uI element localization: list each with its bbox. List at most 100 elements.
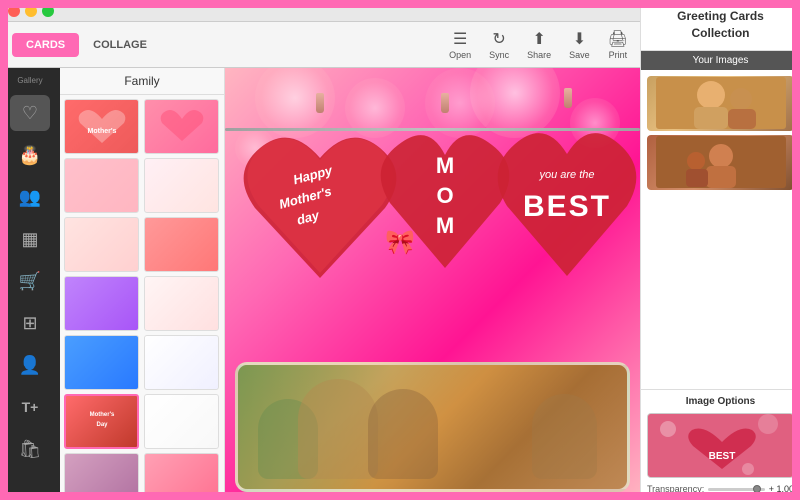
sidebar-item-heart[interactable]: ♡ [10,95,50,131]
left-sidebar: Gallery ♡ 🎂 👥 ▦ 🛒 ⊞ 👤 T+ 🛍 [0,68,60,500]
person-silhouette-3 [368,389,438,479]
user-image-2-placeholder [647,135,794,190]
left-heart-svg: Happy Mother's day [240,103,400,303]
open-label: Open [449,50,471,60]
open-icon: ☰ [453,29,467,49]
tab-cards[interactable]: CARDS [12,33,79,57]
image-options-panel: Image Options BEST Transparency: + 1.00 [641,389,800,500]
card-thumb-3-inner [65,159,138,212]
card-thumb-5[interactable] [64,217,139,272]
card-thumb-12-inner [145,395,218,448]
card-thumb-7[interactable] [64,276,139,331]
user-image-2-svg [656,136,786,188]
card-list-header: Family [60,68,224,95]
print-label: Print [609,50,628,60]
clothespin-middle [441,93,449,113]
open-button[interactable]: ☰ Open [449,29,471,60]
your-images-bar: Your Images [641,51,800,70]
toolbar-actions: ☰ Open ↻ Sync ⬆ Share ⬇ Save 🖨 Print [449,29,628,60]
sync-button[interactable]: ↻ Sync [489,29,509,60]
card-thumb-11[interactable]: Mother's Day [64,394,139,449]
person-silhouette-4 [532,394,597,479]
svg-text:O: O [436,183,453,208]
card-thumb-12[interactable] [144,394,219,449]
border-bottom [0,492,800,500]
user-image-2[interactable] [647,135,794,190]
svg-text:Day: Day [96,422,108,428]
sidebar-item-grid[interactable]: ⊞ [10,305,50,341]
svg-text:M: M [436,153,454,178]
svg-text:M: M [436,213,454,238]
card-thumb-8[interactable] [144,276,219,331]
sidebar-item-bag[interactable]: 🛍 [10,431,50,467]
card-thumb-5-inner [65,218,138,271]
share-icon: ⬆ [532,29,545,49]
bottom-photo-overlay [238,365,627,489]
sidebar-item-people[interactable]: 👥 [10,179,50,215]
right-heart-svg: you are the BEST [495,98,640,298]
image-options-title: Image Options [647,396,794,407]
card-thumb-7-inner [65,277,138,330]
card-thumb-2-inner [145,100,218,153]
user-image-1[interactable] [647,76,794,131]
card-thumb-8-inner [145,277,218,330]
clothespin-right [564,88,572,108]
sync-icon: ↻ [492,29,505,49]
save-icon: ⬇ [573,29,586,49]
left-heart-container: Happy Mother's day [240,103,400,308]
image-options-preview[interactable]: BEST [647,413,794,478]
card-thumb-1-inner: Mother's [65,100,138,153]
card-thumb-10-inner [145,336,218,389]
sidebar-item-contacts[interactable]: 👤 [10,347,50,383]
save-label: Save [569,50,590,60]
card-grid: Mother's [60,95,224,500]
tab-collage[interactable]: COLLAGE [79,33,161,57]
gallery-label: Gallery [17,76,42,85]
border-left [0,0,8,500]
card-thumb-6-inner [145,218,218,271]
bottom-photo[interactable] [235,362,630,492]
share-label: Share [527,50,551,60]
card-thumb-2[interactable] [144,99,219,154]
card-thumb-4-inner [145,159,218,212]
print-button[interactable]: 🖨 Print [608,29,628,60]
border-top [0,0,800,8]
middle-heart-container: M O M [380,103,510,298]
ribbon-decoration: 🎀 [385,228,415,257]
svg-text:BEST: BEST [523,190,611,223]
card-thumb-3[interactable] [64,158,139,213]
card-thumb-1[interactable]: Mother's [64,99,139,154]
card-thumb-4[interactable] [144,158,219,213]
user-images-list [641,70,800,196]
card-thumb-6[interactable] [144,217,219,272]
svg-text:Mother's: Mother's [89,412,114,418]
clothespin-left [316,93,324,113]
save-button[interactable]: ⬇ Save [569,29,590,60]
toolbar: CARDS COLLAGE ☰ Open ↻ Sync ⬆ Share ⬇ Sa… [0,22,640,68]
svg-text:you are the: you are the [538,169,594,181]
tabs-area: CARDS COLLAGE [12,33,161,57]
user-image-1-placeholder [647,76,794,131]
card-thumb-10[interactable] [144,335,219,390]
border-right [792,0,800,500]
user-image-1-svg [656,77,786,129]
print-icon: 🖨 [608,29,628,49]
card-thumb-9[interactable] [64,335,139,390]
sidebar-item-birthday[interactable]: 🎂 [10,137,50,173]
share-button[interactable]: ⬆ Share [527,29,551,60]
svg-text:BEST: BEST [709,451,736,462]
sidebar-item-cart[interactable]: 🛒 [10,263,50,299]
svg-text:Mother's: Mother's [87,128,116,135]
sync-label: Sync [489,50,509,60]
transparency-slider[interactable] [708,488,765,491]
right-panel: Greeting Cards Collection Your Images [640,0,800,500]
sidebar-item-frames[interactable]: ▦ [10,221,50,257]
main-canvas[interactable]: Happy Mother's day M O M you are the B [225,68,640,500]
sidebar-item-text[interactable]: T+ [10,389,50,425]
card-thumb-11-inner: Mother's Day [66,396,137,447]
person-silhouette-2 [298,379,378,479]
image-options-preview-svg: BEST [648,414,794,478]
card-list-panel: Family Mother's [60,68,225,500]
card-preview: Happy Mother's day M O M you are the B [225,68,640,500]
card-thumb-9-inner [65,336,138,389]
